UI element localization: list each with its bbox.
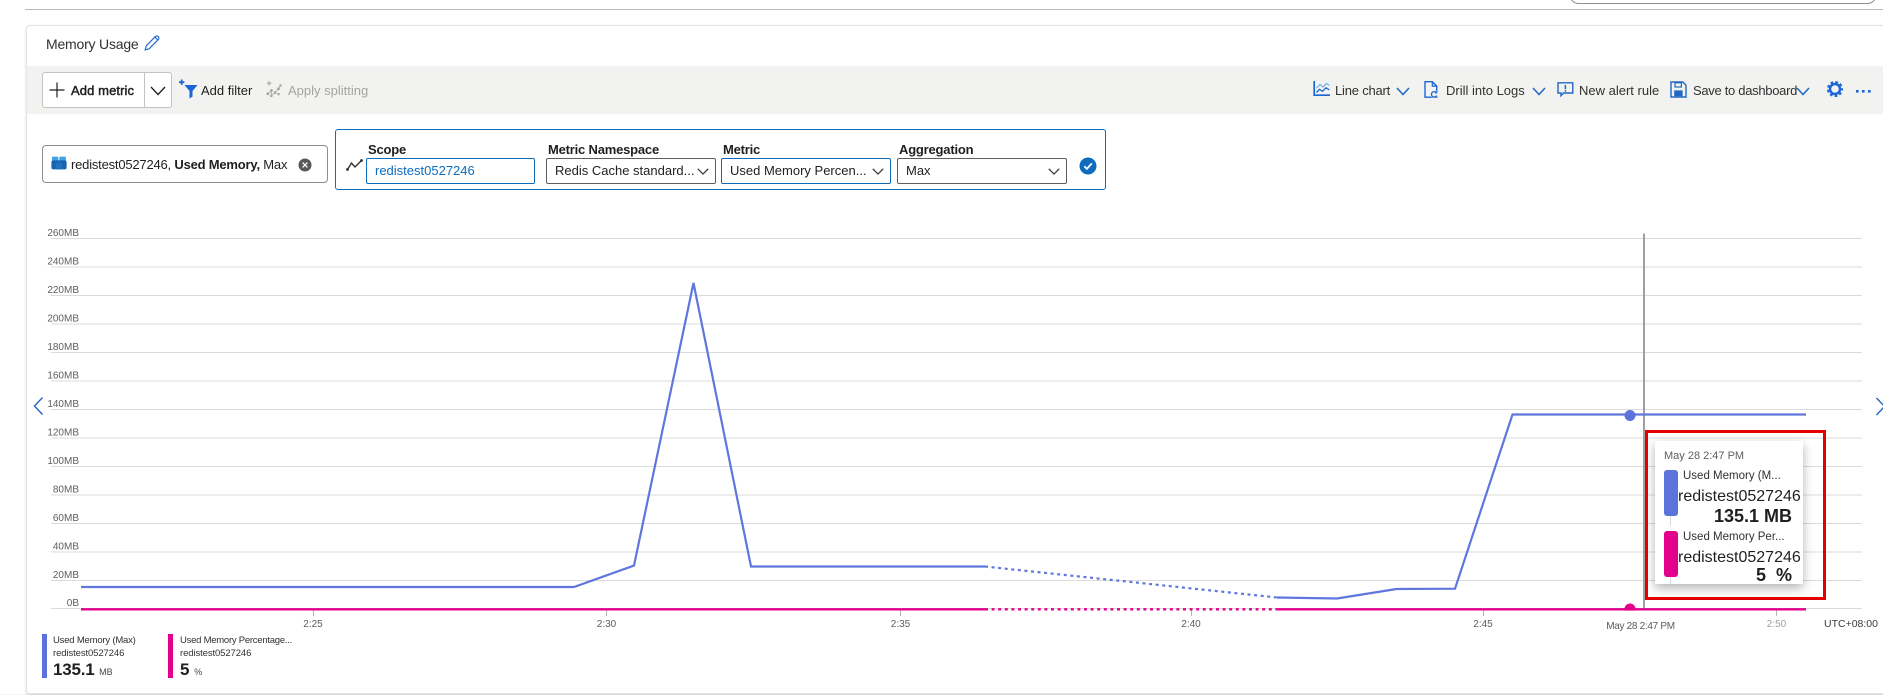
svg-text:180MB: 180MB: [47, 342, 79, 353]
svg-text:240MB: 240MB: [47, 257, 79, 268]
svg-text:120MB: 120MB: [47, 428, 79, 439]
svg-text:80MB: 80MB: [53, 485, 79, 496]
svg-text:2:50: 2:50: [1767, 619, 1787, 630]
svg-text:20MB: 20MB: [53, 570, 79, 581]
svg-text:140MB: 140MB: [47, 399, 79, 410]
svg-text:260MB: 260MB: [47, 228, 79, 239]
svg-text:2:45: 2:45: [1473, 619, 1493, 630]
svg-text:160MB: 160MB: [47, 371, 79, 382]
svg-text:2:30: 2:30: [597, 619, 617, 630]
svg-text:220MB: 220MB: [47, 285, 79, 296]
svg-text:100MB: 100MB: [47, 456, 79, 467]
svg-text:May 28 2:47 PM: May 28 2:47 PM: [1606, 621, 1675, 632]
svg-text:200MB: 200MB: [47, 314, 79, 325]
svg-text:2:35: 2:35: [891, 619, 911, 630]
svg-text:2:25: 2:25: [303, 619, 323, 630]
svg-text:40MB: 40MB: [53, 542, 79, 553]
svg-text:0B: 0B: [67, 598, 80, 609]
svg-text:UTC+08:00: UTC+08:00: [1824, 618, 1878, 630]
svg-text:2:40: 2:40: [1181, 619, 1201, 630]
svg-text:60MB: 60MB: [53, 513, 79, 524]
